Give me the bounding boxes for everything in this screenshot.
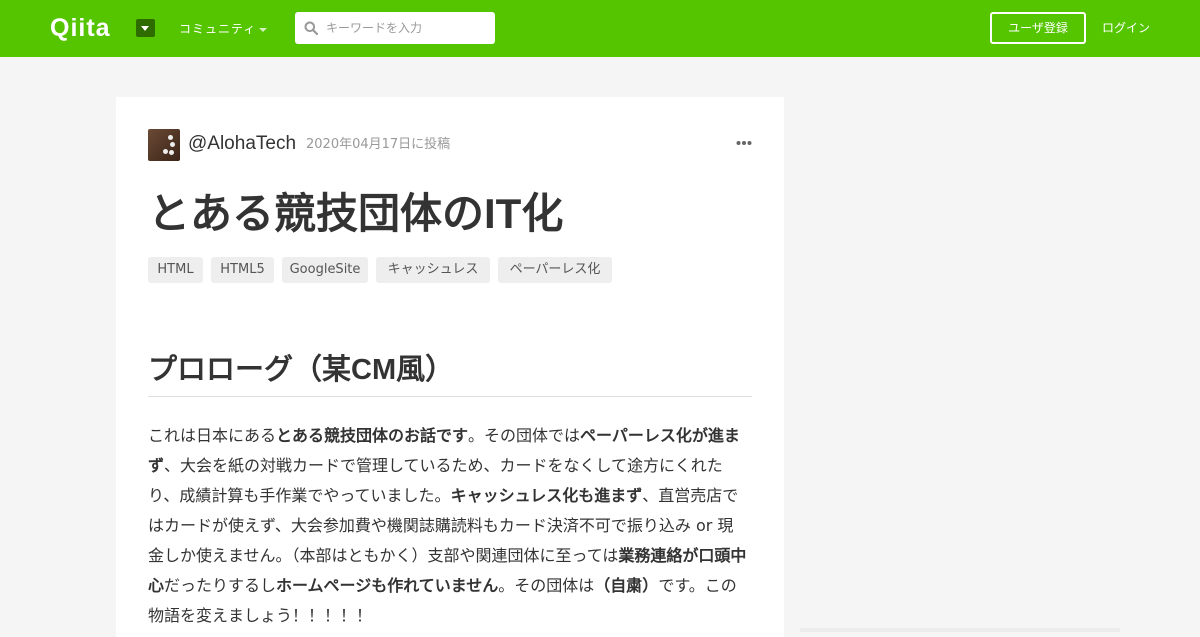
more-options-icon[interactable]: [736, 135, 752, 151]
tag-googlesite[interactable]: GoogleSite: [282, 257, 368, 283]
community-caret-icon: [259, 28, 267, 32]
posted-date: 2020年04月17日に投稿: [306, 137, 451, 152]
paragraph-bold: キャッシュレス化も進まず: [450, 486, 643, 505]
tag-html5[interactable]: HTML5: [211, 257, 274, 283]
chevron-down-icon[interactable]: [136, 19, 155, 37]
top-navigation-bar: Qiita コミュニティ ユーザ登録 ログイン: [0, 0, 1200, 57]
paragraph-text: これは日本にある: [148, 426, 277, 445]
author-username[interactable]: @AlohaTech: [188, 133, 296, 155]
search-box[interactable]: [295, 12, 495, 44]
search-icon: [304, 21, 318, 35]
article-card: @AlohaTech 2020年04月17日に投稿 とある競技団体のIT化 HT…: [116, 97, 784, 637]
paragraph-text: 。その団体は: [498, 576, 595, 595]
avatar[interactable]: [148, 129, 180, 161]
search-input[interactable]: [326, 12, 486, 44]
tag-paperless[interactable]: ペーパーレス化: [498, 257, 612, 283]
sidebar-edge: [800, 628, 1120, 632]
heading-divider: [148, 396, 752, 397]
paragraph-text: だったりするし: [164, 576, 277, 595]
paragraph-text: 。その団体では: [468, 426, 581, 445]
tag-html[interactable]: HTML: [148, 257, 203, 283]
section-heading: プロローグ（某CM風）: [148, 354, 455, 386]
article-title: とある競技団体のIT化: [148, 190, 564, 237]
login-link[interactable]: ログイン: [1102, 20, 1150, 36]
tag-cashless[interactable]: キャッシュレス: [376, 257, 490, 283]
signup-button[interactable]: ユーザ登録: [990, 12, 1086, 44]
paragraph-bold: とある競技団体のお話です: [276, 426, 469, 445]
paragraph-bold: （自粛）: [594, 576, 659, 595]
qiita-logo[interactable]: Qiita: [50, 14, 111, 42]
community-menu[interactable]: コミュニティ: [179, 21, 256, 37]
paragraph-bold: ホームページも作れていません: [276, 576, 499, 595]
article-paragraph: これは日本にあるとある競技団体のお話です。その団体ではペーパーレス化が進まず、大…: [148, 421, 748, 631]
